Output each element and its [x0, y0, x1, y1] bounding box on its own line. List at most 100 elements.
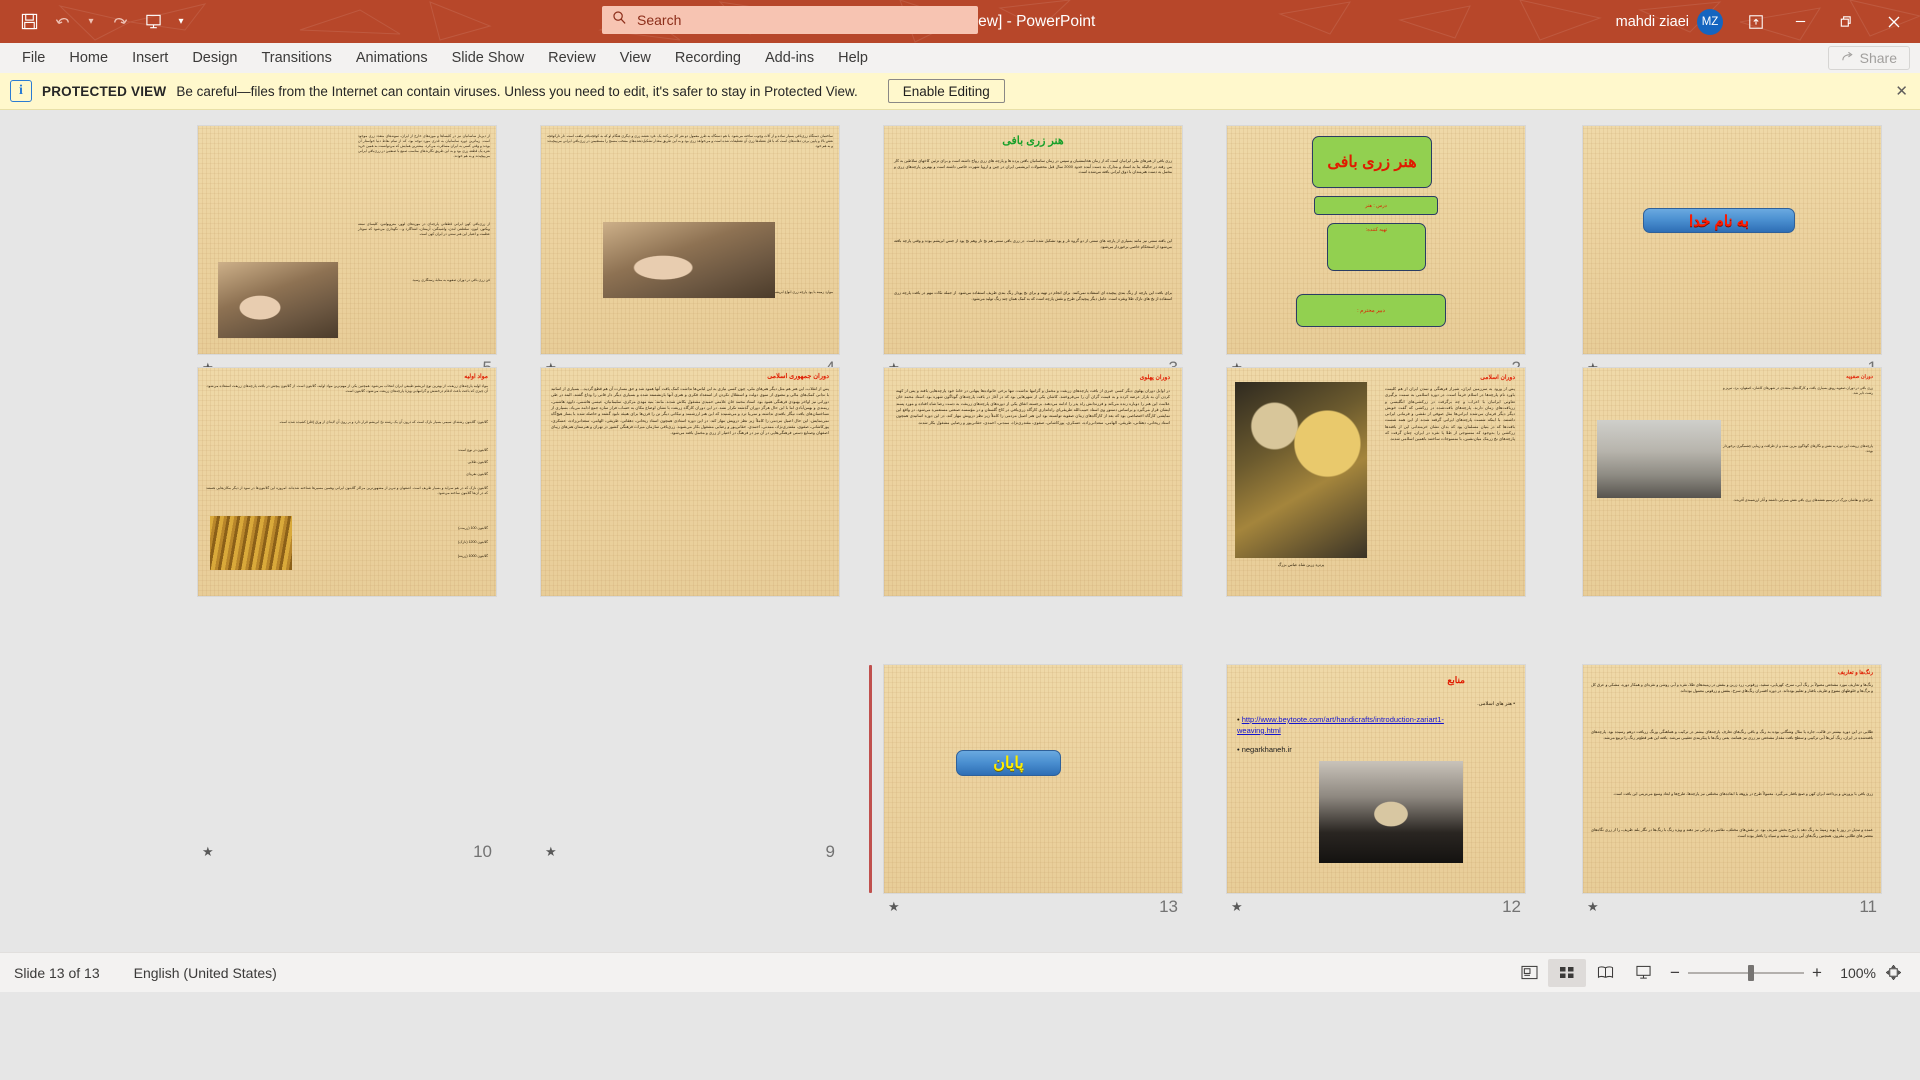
slide-thumbnail-1[interactable]: به نام خدا ★ 1: [1583, 126, 1881, 377]
slide-surface[interactable]: به نام خدا: [1583, 126, 1881, 354]
search-box[interactable]: Search: [602, 6, 978, 34]
close-icon[interactable]: ✕: [1895, 82, 1908, 100]
slide-thumbnail-10[interactable]: مواد اولیه مواد اولیه پارچه‌های زربفت، ا…: [198, 368, 496, 861]
slide-thumbnail-2[interactable]: هنر زری بافی درس : هنر تهیه کننده: دبیر …: [1227, 126, 1525, 377]
slide-meta: ★ 11: [1583, 897, 1881, 917]
slide-show-button[interactable]: [1624, 959, 1662, 987]
animation-star-icon[interactable]: ★: [545, 844, 557, 860]
slide-number: 9: [825, 842, 835, 861]
share-icon: [1841, 50, 1854, 66]
slide-textbox: پایان: [956, 750, 1061, 776]
zoom-level-label[interactable]: 100%: [1830, 965, 1876, 981]
restore-icon[interactable]: [1823, 0, 1868, 43]
slide-counter[interactable]: Slide 13 of 13: [14, 965, 100, 981]
zoom-out-button[interactable]: −: [1662, 959, 1688, 987]
close-icon[interactable]: [1868, 0, 1920, 43]
slide-sorter-view-button[interactable]: [1548, 958, 1586, 987]
slide-paragraph: زری بافی با پرورش و پرداخته ایران کهن و …: [1613, 791, 1873, 796]
zoom-slider-thumb[interactable]: [1748, 964, 1755, 981]
slide-thumbnail-6[interactable]: دوران صفویه زری بافی در دوران صفویه رونق…: [1583, 368, 1881, 861]
slide-surface[interactable]: پایان: [884, 665, 1182, 893]
slide-textbox: به نام خدا: [1643, 208, 1795, 233]
source-hyperlink[interactable]: http://www.beytoote.com/art/handicrafts/…: [1237, 715, 1444, 735]
slide-textbox: دبیر محترم :: [1296, 294, 1446, 327]
animation-star-icon[interactable]: ★: [1231, 899, 1243, 915]
menu-item-design[interactable]: Design: [180, 46, 249, 70]
account-name[interactable]: mahdi ziaei: [1616, 14, 1689, 30]
minimize-icon[interactable]: [1778, 0, 1823, 43]
menu-item-home[interactable]: Home: [57, 46, 120, 70]
animation-star-icon[interactable]: ★: [1587, 899, 1599, 915]
save-icon[interactable]: [12, 6, 46, 38]
zoom-in-button[interactable]: +: [1804, 959, 1830, 987]
undo-dropdown-icon[interactable]: ▾: [80, 6, 102, 38]
slide-surface[interactable]: دوران پهلوی در اوایل دوران پهلوی دیگر کس…: [884, 368, 1182, 596]
menu-item-add-ins[interactable]: Add-ins: [753, 46, 826, 70]
status-left: Slide 13 of 13 English (United States): [14, 965, 277, 981]
slide-paragraph: این بافته سنتی نیز مانند بسیاری از پارچه…: [894, 238, 1172, 249]
slide-thumbnail-7[interactable]: دوران اسلامی پس از ورود به سرزمین ایران،…: [1227, 368, 1525, 861]
slide-meta: ★ 12: [1227, 897, 1525, 917]
menu-item-file[interactable]: File: [10, 46, 57, 70]
slide-image-caption: پرتره زرین شاه عباس بزرگ: [1277, 562, 1325, 567]
slide-surface[interactable]: رنگ‌ها و تعاریف رنگ‌ها و تعاریف مورد مشخ…: [1583, 665, 1881, 893]
zoom-slider[interactable]: [1688, 959, 1804, 987]
slide-surface[interactable]: منابع • هنر های اسلامی. • http://www.bey…: [1227, 665, 1525, 893]
ribbon-display-options-icon[interactable]: [1733, 0, 1778, 43]
list-item: • negarkhaneh.ir: [1237, 745, 1292, 754]
menu-item-recording[interactable]: Recording: [663, 46, 753, 70]
enable-editing-button[interactable]: Enable Editing: [887, 79, 1005, 103]
redo-icon[interactable]: [102, 6, 136, 38]
slide-thumbnail-4[interactable]: ساختمان دستگاه زری‌بافی بسیار ساده و از …: [541, 126, 839, 377]
slide-sorter-canvas[interactable]: از دیرباز ساسانیان نیز در کلیساها و موزه…: [0, 110, 1920, 952]
menu-item-transitions[interactable]: Transitions: [249, 46, 343, 70]
slide-paragraph: گلابتون 1000 (زرینه): [457, 554, 488, 558]
slide-thumbnail-11[interactable]: رنگ‌ها و تعاریف رنگ‌ها و تعاریف مورد مشخ…: [1583, 665, 1881, 916]
slide-surface[interactable]: ساختمان دستگاه زری‌بافی بسیار ساده و از …: [541, 126, 839, 354]
slide-thumbnail-9[interactable]: دوران جمهوری اسلامی پس از انقلاب، این هن…: [541, 368, 839, 861]
zoom-slider-track: [1688, 971, 1804, 974]
slide-thumbnail-3[interactable]: هنر زری بافی زری بافی از هنرهای ملی ایرا…: [884, 126, 1182, 377]
menu-item-view[interactable]: View: [608, 46, 663, 70]
selection-indicator: [869, 665, 872, 893]
status-right: − + 100%: [1510, 958, 1910, 987]
slide-thumbnail-13[interactable]: پایان ★ 13: [869, 665, 1182, 916]
menu-item-review[interactable]: Review: [536, 46, 608, 70]
slide-meta: ★ 13: [884, 897, 1182, 917]
slide-surface[interactable]: دوران اسلامی پس از ورود به سرزمین ایران،…: [1227, 368, 1525, 596]
menu-item-animations[interactable]: Animations: [344, 46, 440, 70]
slide-textbox-label: پایان: [993, 755, 1024, 772]
reading-view-button[interactable]: [1586, 959, 1624, 987]
avatar[interactable]: MZ: [1697, 8, 1723, 35]
menu-item-insert[interactable]: Insert: [120, 46, 180, 70]
list-item[interactable]: • http://www.beytoote.com/art/handicraft…: [1237, 715, 1459, 737]
status-bar: Slide 13 of 13 English (United States) −…: [0, 952, 1920, 992]
slide-paragraph: از زری‌بافی کهن ایرانی قطعاتی پارچه‌ای د…: [358, 222, 490, 237]
share-button[interactable]: Share: [1827, 46, 1910, 70]
animation-star-icon[interactable]: ★: [888, 899, 900, 915]
slide-image: [210, 516, 292, 570]
undo-icon[interactable]: [46, 6, 80, 38]
slide-thumbnail-5[interactable]: از دیرباز ساسانیان نیز در کلیساها و موزه…: [198, 126, 496, 377]
menu-item-slide-show[interactable]: Slide Show: [440, 46, 537, 70]
slide-thumbnail-12[interactable]: منابع • هنر های اسلامی. • http://www.bey…: [1227, 665, 1525, 916]
animation-star-icon[interactable]: ★: [202, 844, 214, 860]
slide-title: رنگ‌ها و تعاریف: [1837, 670, 1873, 676]
slide-paragraph: از دیرباز ساسانیان نیز در کلیساها و موزه…: [358, 134, 490, 159]
slide-thumbnail-8[interactable]: دوران پهلوی در اوایل دوران پهلوی دیگر کس…: [884, 368, 1182, 861]
slide-surface[interactable]: دوران صفویه زری بافی در دوران صفویه رونق…: [1583, 368, 1881, 596]
normal-view-button[interactable]: [1510, 959, 1548, 987]
protected-view-bar: i PROTECTED VIEW Be careful—files from t…: [0, 73, 1920, 110]
slide-surface[interactable]: هنر زری بافی زری بافی از هنرهای ملی ایرا…: [884, 126, 1182, 354]
start-presentation-icon[interactable]: [136, 6, 170, 38]
language-indicator[interactable]: English (United States): [134, 965, 277, 981]
menu-item-help[interactable]: Help: [826, 46, 880, 70]
slide-paragraph: رنگ‌ها و تعاریف مورد مشخص مصولاً بر رنگ …: [1591, 682, 1873, 693]
fit-to-window-icon[interactable]: [1876, 965, 1910, 980]
slide-surface[interactable]: هنر زری بافی درس : هنر تهیه کننده: دبیر …: [1227, 126, 1525, 354]
slide-image: [1597, 420, 1721, 498]
slide-surface[interactable]: دوران جمهوری اسلامی پس از انقلاب، این هن…: [541, 368, 839, 596]
slide-surface[interactable]: از دیرباز ساسانیان نیز در کلیساها و موزه…: [198, 126, 496, 354]
slide-surface[interactable]: مواد اولیه مواد اولیه پارچه‌های زربفت، ا…: [198, 368, 496, 596]
customize-qat-icon[interactable]: ▾: [170, 6, 192, 38]
